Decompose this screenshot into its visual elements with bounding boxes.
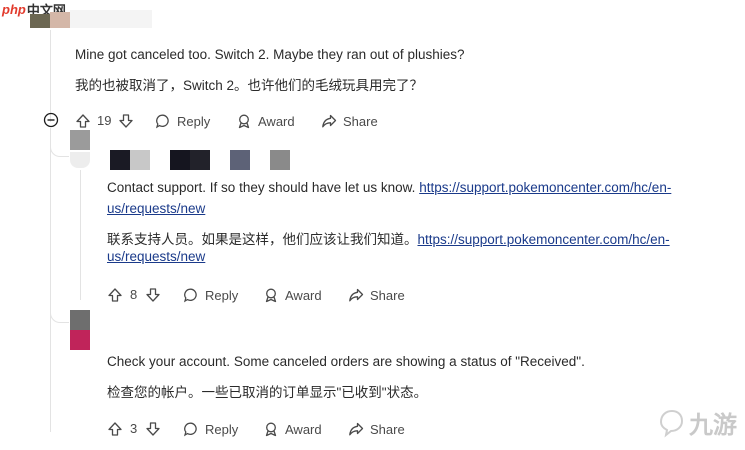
- award-label: Award: [285, 421, 322, 437]
- vote-count: 19: [97, 113, 112, 128]
- support-link-zh-cont[interactable]: us/requests/new: [107, 249, 205, 264]
- reply-label: Reply: [205, 421, 239, 437]
- collapse-thread-button[interactable]: [43, 112, 59, 128]
- comment-2-en-prefix: Contact support. If so they should have …: [107, 180, 420, 195]
- upvote-arrow-icon: [108, 288, 122, 302]
- comment-1-en: Mine got canceled too. Switch 2. Maybe t…: [75, 47, 465, 62]
- upvote-arrow-icon: [108, 422, 122, 436]
- comment-bubble-icon: [183, 422, 197, 437]
- award-icon: [265, 422, 277, 437]
- comment-2-zh-line1: 联系支持人员。如果是这样，他们应该让我们知道。https://support.p…: [107, 228, 670, 248]
- comment-2-zh-line2: us/requests/new: [107, 249, 205, 264]
- reply-button[interactable]: Reply: [155, 110, 210, 132]
- vote-count: 8: [130, 287, 138, 302]
- award-button[interactable]: Award: [263, 284, 322, 306]
- share-button[interactable]: Share: [321, 110, 378, 132]
- thread-elbow-1: [50, 128, 69, 157]
- avatar-top[interactable]: [30, 14, 50, 28]
- username-redacted-top-2: [70, 10, 152, 28]
- downvote-arrow-icon: [146, 288, 160, 302]
- share-button[interactable]: Share: [348, 284, 405, 306]
- share-button[interactable]: Share: [348, 418, 405, 440]
- minus-circle-icon: [43, 112, 59, 128]
- downvote-arrow-icon: [119, 114, 133, 128]
- award-button[interactable]: Award: [263, 418, 322, 440]
- avatar-reply-1-frame: [70, 152, 90, 168]
- username-redacted-top: [50, 12, 70, 28]
- upvote-button[interactable]: [75, 110, 91, 132]
- share-label: Share: [370, 421, 405, 437]
- username-redacted-1a: [110, 150, 130, 170]
- vote-count: 3: [130, 421, 138, 436]
- watermark-bottom: 九游: [655, 405, 737, 440]
- avatar-reply-1[interactable]: [70, 130, 90, 150]
- avatar-reply-2[interactable]: [70, 310, 90, 330]
- comment-1-zh: 我的也被取消了，Switch 2。也许他们的毛绒玩具用完了？: [75, 78, 424, 93]
- comment-bubble-icon: [155, 114, 169, 129]
- award-label: Award: [258, 113, 295, 129]
- award-icon: [238, 114, 250, 129]
- upvote-button[interactable]: [107, 418, 123, 440]
- upvote-arrow-icon: [76, 114, 90, 128]
- share-label: Share: [370, 287, 405, 303]
- thread-line-main: [50, 30, 51, 122]
- share-arrow-icon: [349, 422, 364, 436]
- comment-2-en-line1: Contact support. If so they should have …: [107, 180, 671, 195]
- timestamp-redacted-1: [230, 150, 250, 170]
- comment-2-en-line2: us/requests/new: [107, 201, 205, 216]
- downvote-button[interactable]: [145, 284, 161, 306]
- support-link-cont[interactable]: us/requests/new: [107, 201, 205, 216]
- award-button[interactable]: Award: [236, 110, 295, 132]
- comment-2-zh-prefix: 联系支持人员。如果是这样，他们应该让我们知道。: [107, 232, 418, 247]
- comment-1-actions: 19 Reply Award Share: [75, 110, 395, 132]
- downvote-button[interactable]: [118, 110, 134, 132]
- reply-button[interactable]: Reply: [183, 418, 238, 440]
- comment-3-actions: 3 Reply Award Share: [107, 418, 427, 440]
- award-icon: [265, 288, 277, 303]
- downvote-button[interactable]: [145, 418, 161, 440]
- thread-elbow-2: [50, 300, 69, 323]
- comment-bubble-icon: [183, 288, 197, 303]
- award-label: Award: [285, 287, 322, 303]
- username-redacted-1b: [130, 150, 150, 170]
- reply-label: Reply: [177, 113, 211, 129]
- support-link[interactable]: https://support.pokemoncenter.com/hc/en-: [419, 180, 671, 195]
- reply-button[interactable]: Reply: [183, 284, 238, 306]
- comment-2-actions: 8 Reply Award Share: [107, 284, 427, 306]
- share-arrow-icon: [322, 114, 337, 128]
- username-redacted-1d: [190, 150, 210, 170]
- comment-3-en: Check your account. Some canceled orders…: [107, 354, 585, 369]
- share-label: Share: [343, 113, 378, 129]
- upvote-button[interactable]: [107, 284, 123, 306]
- watermark-text: 九游: [689, 412, 737, 439]
- downvote-arrow-icon: [146, 422, 160, 436]
- comment-3-zh: 检查您的帐户。一些已取消的订单显示"已收到"状态。: [107, 385, 428, 400]
- avatar-reply-2-lower: [70, 330, 90, 350]
- username-redacted-1c: [170, 150, 190, 170]
- thread-line-second: [80, 170, 81, 300]
- watermark-php: php: [2, 1, 26, 17]
- watermark-logo-icon: [659, 409, 684, 437]
- thread-line-main-lower: [50, 132, 51, 432]
- flair-redacted-1: [270, 150, 290, 170]
- reply-label: Reply: [205, 287, 239, 303]
- share-arrow-icon: [349, 288, 364, 302]
- support-link-zh[interactable]: https://support.pokemoncenter.com/hc/en-: [418, 232, 670, 247]
